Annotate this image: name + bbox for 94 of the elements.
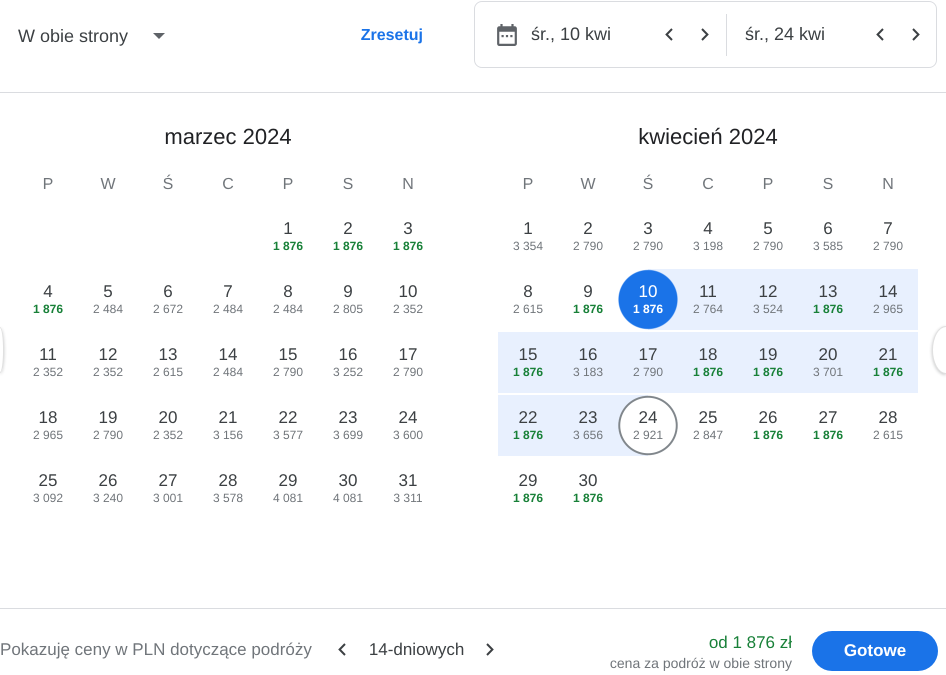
return-date-field[interactable]: śr., 24 kwi: [745, 24, 826, 45]
calendar-icon: [497, 24, 517, 46]
price-caption: cena za podróż w obie strony: [610, 654, 792, 672]
chevron-left-icon: [665, 28, 673, 41]
weekday-label: W: [580, 175, 596, 195]
calendar-day[interactable]: 16 3 183: [558, 332, 618, 393]
calendar-day[interactable]: 21 1 876: [858, 332, 918, 393]
calendar-day[interactable]: 20 2 352: [138, 395, 198, 456]
weekday-label: P: [762, 175, 774, 195]
calendar-day[interactable]: 10 1 876: [618, 269, 678, 330]
calendar-day[interactable]: 9 2 805: [318, 269, 378, 330]
calendar-day[interactable]: 10 2 352: [378, 269, 438, 330]
calendar-day[interactable]: 3 1 876: [378, 206, 438, 267]
calendar-day[interactable]: 6 2 672: [138, 269, 198, 330]
weekday-label: N: [882, 175, 894, 195]
reset-button[interactable]: Zresetuj: [360, 1, 423, 71]
month-title: marzec 2024: [163, 123, 293, 151]
calendar-day[interactable]: 12 3 524: [738, 269, 798, 330]
weekday-label: P: [42, 175, 54, 195]
calendar-day[interactable]: 14 2 484: [198, 332, 258, 393]
calendar-day[interactable]: 2 1 876: [318, 206, 378, 267]
calendar-day[interactable]: 4 1 876: [18, 269, 78, 330]
weekday-label: W: [100, 175, 116, 195]
calendar-day[interactable]: 2 2 790: [558, 206, 618, 267]
calendar-day[interactable]: 15 1 876: [498, 332, 558, 393]
calendar-day[interactable]: 23 3 699: [318, 395, 378, 456]
calendar-day[interactable]: 28 3 578: [198, 458, 258, 519]
calendar-day[interactable]: 7 2 790: [858, 206, 918, 267]
calendar-day[interactable]: 26 3 240: [78, 458, 138, 519]
trip-length-label: 14-dniowych: [368, 640, 464, 660]
trip-type-dropdown[interactable]: W obie strony: [18, 1, 166, 71]
chevron-left-icon: [876, 28, 884, 41]
calendar-day[interactable]: 17 2 790: [378, 332, 438, 393]
chevron-right-icon: [912, 28, 920, 41]
calendar-day[interactable]: 19 1 876: [738, 332, 798, 393]
month-title: kwiecień 2024: [637, 123, 779, 151]
calendar-day[interactable]: 11 2 764: [678, 269, 738, 330]
calendar-day[interactable]: 30 4 081: [318, 458, 378, 519]
calendar-day[interactable]: 13 2 615: [138, 332, 198, 393]
weekday-label: Ś: [162, 175, 174, 195]
calendar-day[interactable]: 5 2 790: [738, 206, 798, 267]
weekday-label: C: [702, 175, 714, 195]
calendar-day[interactable]: 3 2 790: [618, 206, 678, 267]
weekday-label: P: [282, 175, 294, 195]
calendar-day[interactable]: 15 2 790: [258, 332, 318, 393]
calendar-day[interactable]: 9 1 876: [558, 269, 618, 330]
calendar-day[interactable]: 6 3 585: [798, 206, 858, 267]
calendar-day[interactable]: 12 2 352: [78, 332, 138, 393]
calendar-day[interactable]: 29 4 081: [258, 458, 318, 519]
calendar-day[interactable]: 25 2 847: [678, 395, 738, 456]
calendar-day[interactable]: 13 1 876: [798, 269, 858, 330]
calendar-day[interactable]: 1 1 876: [258, 206, 318, 267]
weekday-label: S: [342, 175, 354, 195]
calendar-day[interactable]: 19 2 790: [78, 395, 138, 456]
weekday-label: Ś: [642, 175, 654, 195]
calendar-day[interactable]: 20 3 701: [798, 332, 858, 393]
calendar-day[interactable]: 22 3 577: [258, 395, 318, 456]
calendar-day[interactable]: 27 1 876: [798, 395, 858, 456]
calendar-day[interactable]: 8 2 615: [498, 269, 558, 330]
calendar-day[interactable]: 16 3 252: [318, 332, 378, 393]
calendar-day[interactable]: 26 1 876: [738, 395, 798, 456]
chevron-left-icon: [338, 643, 346, 656]
calendar-day[interactable]: 23 3 656: [558, 395, 618, 456]
weekday-label: C: [222, 175, 234, 195]
weekday-label: S: [822, 175, 834, 195]
calendar-day[interactable]: 14 2 965: [858, 269, 918, 330]
chevron-right-icon: [701, 28, 709, 41]
lowest-price: od 1 876 zł: [708, 632, 792, 654]
calendar-day[interactable]: 4 3 198: [678, 206, 738, 267]
calendar-day[interactable]: 24 2 921: [618, 395, 678, 456]
calendar-day[interactable]: 27 3 001: [138, 458, 198, 519]
calendar-day[interactable]: 30 1 876: [558, 458, 618, 519]
calendar-day[interactable]: 31 3 311: [378, 458, 438, 519]
calendar-day[interactable]: 24 3 600: [378, 395, 438, 456]
price-info-text: Pokazuję ceny w PLN dotyczące podróży: [0, 640, 312, 660]
calendar-day[interactable]: 25 3 092: [18, 458, 78, 519]
calendar-day[interactable]: 17 2 790: [618, 332, 678, 393]
calendar-day[interactable]: 29 1 876: [498, 458, 558, 519]
calendar-day[interactable]: 21 3 156: [198, 395, 258, 456]
calendar-day[interactable]: 5 2 484: [78, 269, 138, 330]
calendar-day[interactable]: 7 2 484: [198, 269, 258, 330]
calendar-day[interactable]: 18 1 876: [678, 332, 738, 393]
caret-icon: [153, 33, 166, 39]
chevron-right-icon: [486, 643, 494, 656]
calendar-day[interactable]: 8 2 484: [258, 269, 318, 330]
calendar-day[interactable]: 22 1 876: [498, 395, 558, 456]
calendar-day[interactable]: 11 2 352: [18, 332, 78, 393]
calendar-day[interactable]: 28 2 615: [858, 395, 918, 456]
done-button[interactable]: Gotowe: [812, 630, 938, 670]
calendar-day[interactable]: 1 3 354: [498, 206, 558, 267]
departure-date-field[interactable]: śr., 10 kwi: [531, 24, 612, 45]
calendar-day[interactable]: 18 2 965: [18, 395, 78, 456]
weekday-label: N: [402, 175, 414, 195]
weekday-label: P: [522, 175, 534, 195]
